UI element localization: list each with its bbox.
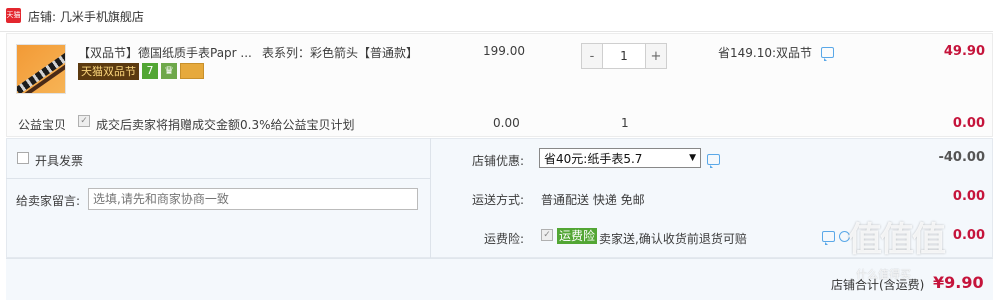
chat-icon[interactable] [820, 47, 834, 61]
watermark-logo: 值值值 [848, 220, 946, 260]
coupon-chat-icon[interactable] [707, 154, 720, 168]
insurance-icons [822, 231, 850, 245]
credit-card-icon [180, 63, 204, 79]
options-divider-vertical [430, 138, 431, 258]
shop-coupon-select[interactable]: 省40元:纸手表5.7 ▼ [539, 148, 701, 168]
shipping-method: 普通配送 快递 免邮 [541, 193, 645, 207]
insurance-label: 运费险: [484, 232, 525, 246]
quantity-input[interactable] [602, 44, 646, 68]
coupon-amount: -40.00 [938, 150, 985, 165]
promo-tag: 天猫双品节 [78, 63, 139, 80]
charity-subtotal: 0.00 [952, 116, 985, 131]
shop-total-amount: ¥9.90 [933, 273, 984, 292]
tmall-badge-icon: 天猫 [6, 8, 21, 23]
seller-memo-input[interactable] [88, 188, 418, 210]
unit-price: 199.00 [483, 44, 525, 58]
memo-label: 给卖家留言: [16, 194, 81, 208]
charity-text: 成交后卖家将捐赠成交金额0.3%给公益宝贝计划 [96, 118, 355, 132]
shop-name-prefix: 店铺: [28, 10, 60, 24]
shop-header [0, 0, 993, 32]
shipping-amount: 0.00 [952, 189, 985, 204]
charity-quantity: 1 [621, 116, 629, 130]
product-tags: 天猫双品节 7 ♛ [78, 63, 204, 80]
insurance-chat-icon[interactable] [822, 231, 835, 245]
discount-text: 省149.10:双品节 [718, 46, 813, 60]
options-divider-horizontal [6, 178, 430, 179]
watermark-text: 什么值得买 [856, 268, 911, 281]
product-sku: 表系列：彩色箭头【普通款】 [262, 46, 419, 60]
shop-name: 几米手机旗舰店 [59, 10, 144, 24]
item-subtotal: 49.90 [943, 44, 985, 59]
coupon-selected-value: 省40元:纸手表5.7 [544, 151, 643, 166]
shipping-label: 运送方式: [472, 193, 525, 207]
insurance-tag: 运费险 [557, 228, 598, 244]
charity-label: 公益宝贝 [18, 118, 67, 132]
coupon-label: 店铺优惠: [472, 154, 525, 168]
insurance-amount: 0.00 [952, 228, 985, 243]
product-thumbnail[interactable] [16, 44, 66, 94]
quantity-minus-button[interactable]: - [582, 44, 602, 68]
insurance-text: 卖家送,确认收货前退货可赔 [599, 232, 747, 246]
insurance-checkbox[interactable]: ✓ [541, 229, 553, 241]
invoice-label: 开具发票 [35, 154, 84, 168]
quality-badge-icon: ♛ [161, 63, 177, 79]
chevron-down-icon: ▼ [689, 153, 696, 163]
quantity-stepper: - + [581, 43, 667, 69]
charity-checkbox[interactable]: ✓ [78, 115, 90, 127]
quantity-plus-button[interactable]: + [646, 44, 666, 68]
discount-info: 省149.10:双品节 [718, 44, 834, 61]
shop-name-link[interactable]: 店铺: 几米手机旗舰店 [28, 8, 144, 25]
product-title-link[interactable]: 【双品节】德国纸质手表Papr ... [78, 44, 252, 61]
charity-price: 0.00 [493, 116, 520, 130]
seven-day-return-icon: 7 [142, 63, 158, 79]
invoice-checkbox[interactable] [17, 152, 29, 164]
